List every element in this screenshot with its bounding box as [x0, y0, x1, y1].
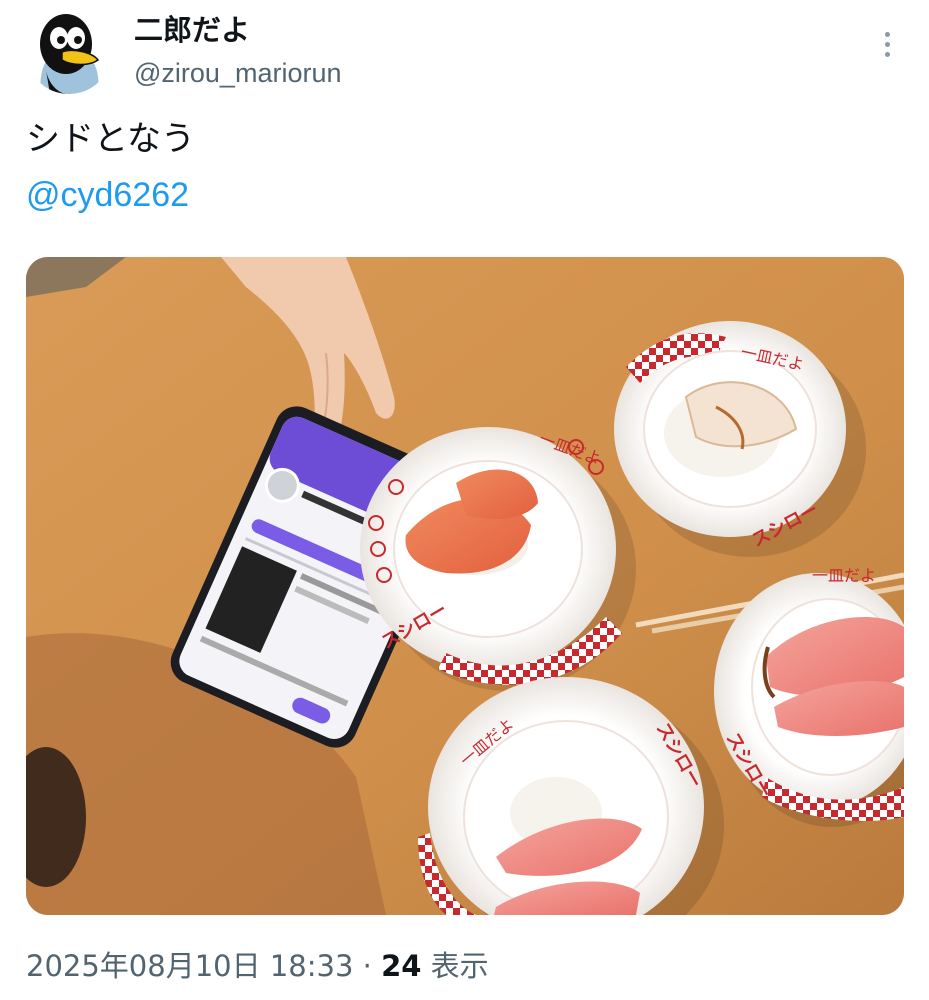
tweet-text: シドとなう [26, 119, 195, 159]
view-label: 表示 [421, 949, 489, 983]
sushi-photo: 一皿だよ スシロー 一皿だよ スシロー 一皿だよ スシロー 一皿だよ スシロー [26, 257, 904, 915]
tweet-header: 二郎だよ @zirou_mariorun [0, 0, 929, 110]
meta-separator: · [353, 949, 382, 983]
tweet-meta: 2025年08月10日 18:33 · 24 表示 [26, 946, 489, 986]
svg-text:一皿だよ: 一皿だよ [812, 566, 876, 585]
author-handle[interactable]: @zirou_mariorun [134, 56, 341, 90]
mention-link[interactable]: @cyd6262 [26, 172, 189, 218]
more-options-icon[interactable] [870, 24, 904, 64]
author-avatar[interactable] [26, 8, 112, 94]
view-count: 24 [381, 949, 422, 983]
tweet-photo[interactable]: 一皿だよ スシロー 一皿だよ スシロー 一皿だよ スシロー 一皿だよ スシロー [26, 257, 904, 915]
tweet-timestamp[interactable]: 2025年08月10日 18:33 [26, 949, 353, 983]
author-display-name[interactable]: 二郎だよ [134, 12, 250, 48]
penguin-avatar-icon [26, 8, 112, 94]
